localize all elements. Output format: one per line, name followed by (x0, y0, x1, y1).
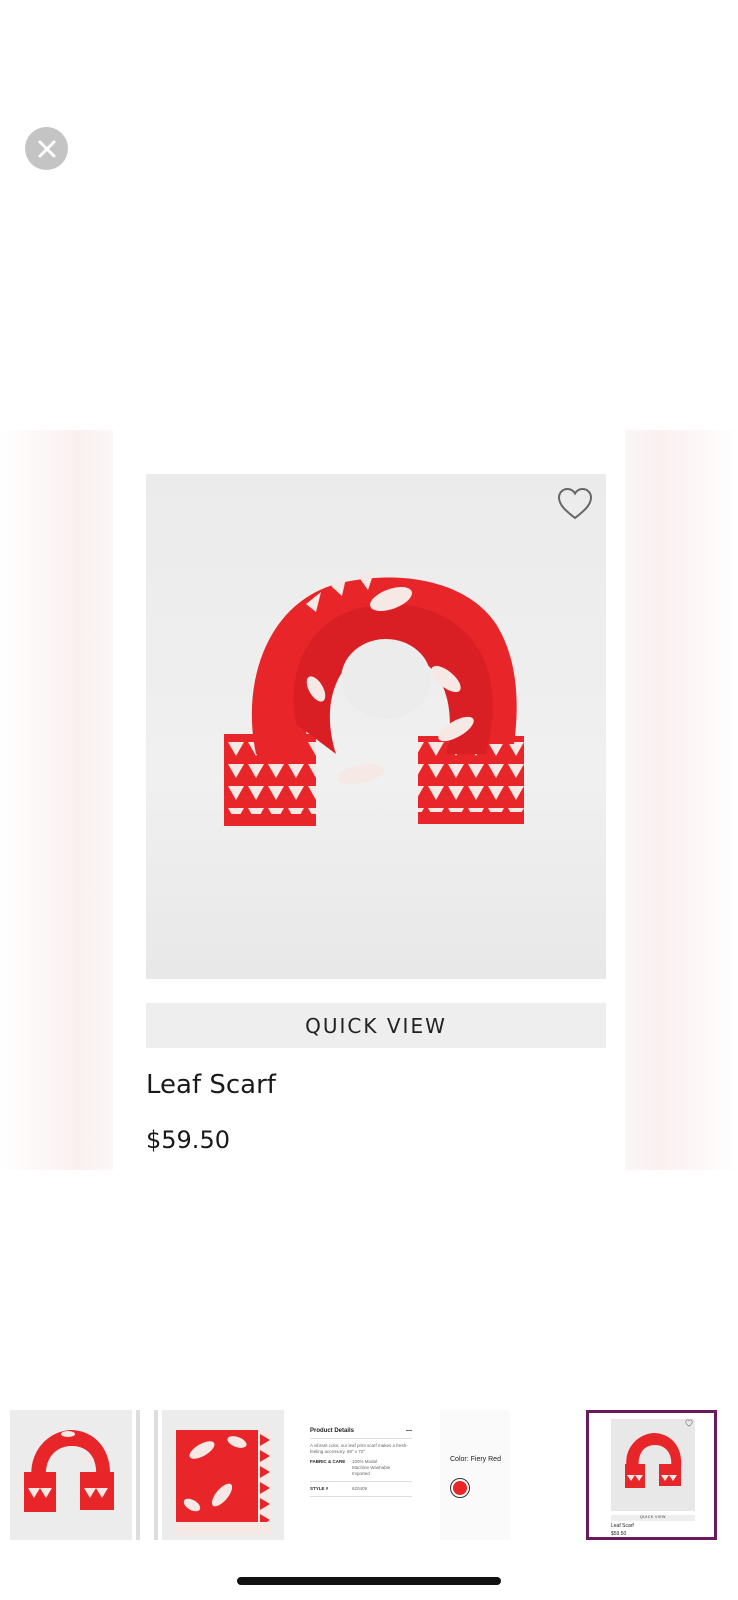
thumbnail-color[interactable]: Color: Fiery Red (440, 1410, 510, 1540)
home-indicator[interactable] (237, 1577, 501, 1585)
scarf-thumbnail-image (10, 1410, 132, 1540)
thumbnail-divider (136, 1410, 140, 1540)
mini-scarf-image (611, 1419, 695, 1511)
color-label: Color: Fiery Red (450, 1456, 501, 1463)
thumbnail-strip: Product Details — A vibrant color, our l… (0, 1410, 738, 1545)
scarf-flat-thumbnail-image (162, 1410, 284, 1540)
mini-quick-view: QUICK VIEW (611, 1515, 695, 1521)
fabric-label: FABRIC & CARE (310, 1459, 346, 1464)
style-value: 620409 (352, 1486, 368, 1491)
favorite-heart-icon[interactable] (556, 486, 594, 522)
mini-product-price: $59.50 (611, 1531, 627, 1537)
product-name[interactable]: Leaf Scarf (146, 1070, 276, 1100)
fabric-value: 100% Modal Machine Washable Imported (352, 1459, 391, 1476)
mini-product-name: Leaf Scarf (611, 1523, 634, 1529)
divider (310, 1496, 412, 1497)
product-price: $59.50 (146, 1126, 230, 1154)
style-label: STYLE # (310, 1486, 329, 1491)
next-card-edge (625, 430, 738, 1170)
thumbnail-product-details[interactable]: Product Details — A vibrant color, our l… (300, 1410, 422, 1540)
thumbnail-scarf-flat[interactable] (162, 1410, 284, 1540)
close-icon (38, 140, 55, 157)
divider (310, 1481, 412, 1482)
divider (310, 1438, 412, 1439)
thumbnail-divider (154, 1410, 158, 1540)
product-card: QUICK VIEW Leaf Scarf $59.50 (113, 430, 625, 1170)
product-image[interactable] (146, 474, 606, 979)
scarf-image (224, 572, 524, 826)
details-title: Product Details (310, 1428, 355, 1434)
color-swatch-fiery-red[interactable] (450, 1478, 470, 1498)
details-heading: Product Details — (310, 1428, 412, 1434)
mini-product-image (611, 1419, 695, 1511)
fabric-row: FABRIC & CARE 100% Modal Machine Washabl… (310, 1459, 412, 1477)
prev-card-edge (0, 430, 113, 1170)
collapse-icon: — (406, 1428, 412, 1434)
details-description: A vibrant color, our leaf print scarf ma… (310, 1443, 408, 1454)
thumbnail-product-card-selected[interactable]: QUICK VIEW Leaf Scarf $59.50 (586, 1410, 717, 1540)
thumbnail-scarf-folded[interactable] (10, 1410, 132, 1540)
style-row: STYLE # 620409 (310, 1486, 412, 1492)
swatch-fill (453, 1481, 467, 1495)
mini-heart-icon (685, 1419, 693, 1427)
quick-view-button[interactable]: QUICK VIEW (146, 1003, 606, 1048)
close-button[interactable] (25, 127, 68, 170)
